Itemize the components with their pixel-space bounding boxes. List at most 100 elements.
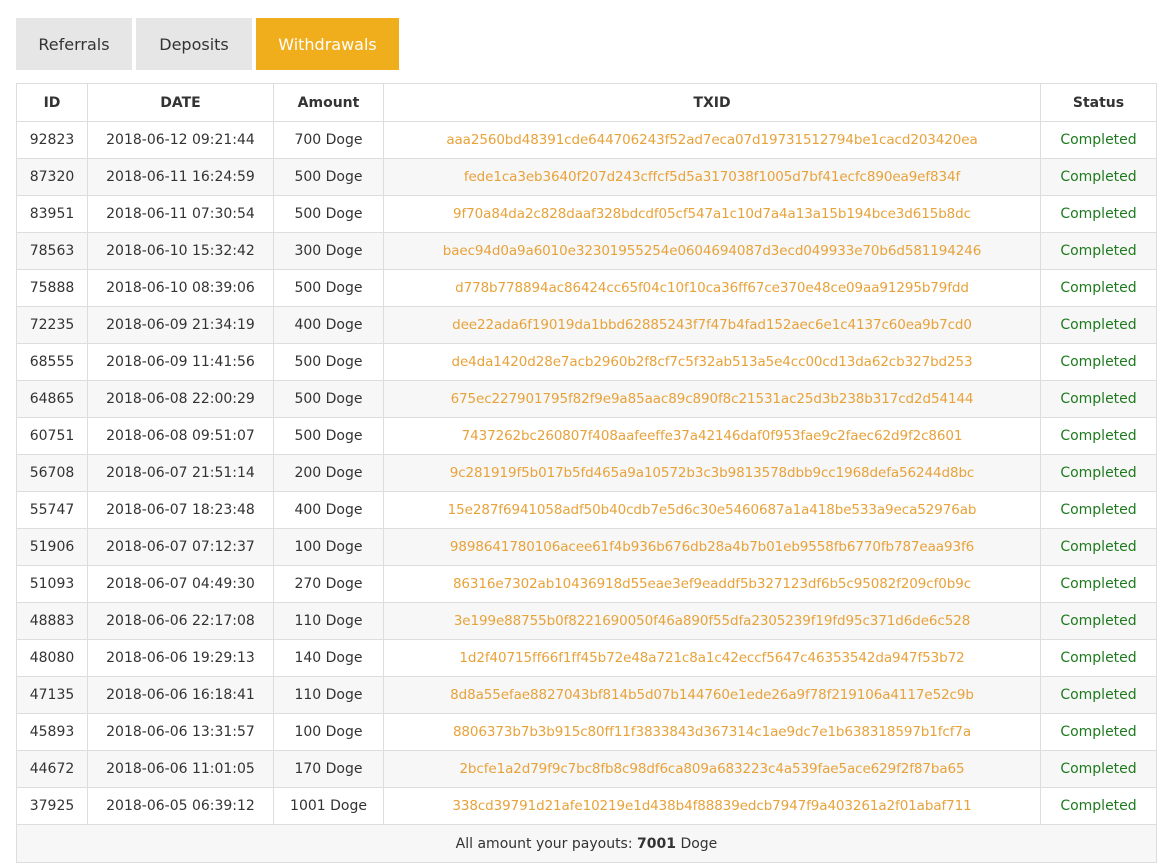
tab-deposits[interactable]: Deposits: [136, 18, 252, 70]
cell-date: 2018-06-10 15:32:42: [87, 232, 274, 270]
cell-amount: 110 Doge: [273, 602, 384, 640]
table-row: 47135 2018-06-06 16:18:41 110 Doge 8d8a55ef…: [16, 676, 1157, 714]
txid-link[interactable]: 9c281919f5b017b5fd465a9a10572b3c3b981357…: [383, 454, 1041, 492]
status-text: Completed: [1040, 269, 1157, 307]
txid-link[interactable]: 8d8a55efae8827043bf814b5d07b144760e1ede2…: [383, 676, 1041, 714]
txid-link[interactable]: 2bcfe1a2d79f9c7bc8fb8c98df6ca809a683223c…: [383, 750, 1041, 788]
txid-link[interactable]: 15e287f6941058adf50b40cdb7e5d6c30e546068…: [383, 491, 1041, 529]
cell-date: 2018-06-12 09:21:44: [87, 121, 274, 159]
table-row: 48883 2018-06-06 22:17:08 110 Doge 3e199e88…: [16, 602, 1157, 640]
cell-id: 37925: [16, 787, 88, 825]
status-text: Completed: [1040, 232, 1157, 270]
txid-link[interactable]: de4da1420d28e7acb2960b2f8cf7c5f32ab513a5…: [383, 343, 1041, 381]
cell-amount: 110 Doge: [273, 676, 384, 714]
status-text: Completed: [1040, 713, 1157, 751]
table-row: 64865 2018-06-08 22:00:29 500 Doge 675ec227…: [16, 380, 1157, 418]
cell-id: 87320: [16, 158, 88, 196]
table-row: 72235 2018-06-09 21:34:19 400 Doge dee22ada…: [16, 306, 1157, 344]
table-row: 75888 2018-06-10 08:39:06 500 Doge d778b778…: [16, 269, 1157, 307]
cell-amount: 700 Doge: [273, 121, 384, 159]
status-text: Completed: [1040, 639, 1157, 677]
cell-date: 2018-06-08 09:51:07: [87, 417, 274, 455]
cell-amount: 270 Doge: [273, 565, 384, 603]
tab-referrals[interactable]: Referrals: [16, 18, 132, 70]
status-text: Completed: [1040, 417, 1157, 455]
cell-date: 2018-06-09 11:41:56: [87, 343, 274, 381]
table-row: 68555 2018-06-09 11:41:56 500 Doge de4da142…: [16, 343, 1157, 381]
cell-date: 2018-06-06 13:31:57: [87, 713, 274, 751]
status-text: Completed: [1040, 750, 1157, 788]
table-row: 87320 2018-06-11 16:24:59 500 Doge fede1ca3…: [16, 158, 1157, 196]
cell-amount: 400 Doge: [273, 491, 384, 529]
txid-link[interactable]: dee22ada6f19019da1bbd62885243f7f47b4fad1…: [383, 306, 1041, 344]
cell-date: 2018-06-08 22:00:29: [87, 380, 274, 418]
txid-link[interactable]: 338cd39791d21afe10219e1d438b4f88839edcb7…: [383, 787, 1041, 825]
txid-link[interactable]: 7437262bc260807f408aafeeffe37a42146daf0f…: [383, 417, 1041, 455]
cell-id: 48883: [16, 602, 88, 640]
table-row: 55747 2018-06-07 18:23:48 400 Doge 15e287f6…: [16, 491, 1157, 529]
table-row: 44672 2018-06-06 11:01:05 170 Doge 2bcfe1a2…: [16, 750, 1157, 788]
status-text: Completed: [1040, 602, 1157, 640]
table-row: 37925 2018-06-05 06:39:12 1001 Doge 338cd39…: [16, 787, 1157, 825]
withdrawals-table: ID DATE Amount TXID Status 92823 2018-06-…: [16, 83, 1157, 863]
status-text: Completed: [1040, 158, 1157, 196]
cell-id: 75888: [16, 269, 88, 307]
txid-link[interactable]: d778b778894ac86424cc65f04c10f10ca36ff67c…: [383, 269, 1041, 307]
column-header-date: DATE: [87, 83, 274, 122]
txid-link[interactable]: aaa2560bd48391cde644706243f52ad7eca07d19…: [383, 121, 1041, 159]
cell-amount: 400 Doge: [273, 306, 384, 344]
cell-id: 48080: [16, 639, 88, 677]
cell-id: 55747: [16, 491, 88, 529]
status-text: Completed: [1040, 380, 1157, 418]
cell-amount: 500 Doge: [273, 417, 384, 455]
txid-link[interactable]: 9f70a84da2c828daaf328bdcdf05cf547a1c10d7…: [383, 195, 1041, 233]
txid-link[interactable]: 9898641780106acee61f4b936b676db28a4b7b01…: [383, 528, 1041, 566]
cell-amount: 140 Doge: [273, 639, 384, 677]
cell-id: 47135: [16, 676, 88, 714]
table-row: 56708 2018-06-07 21:51:14 200 Doge 9c281919…: [16, 454, 1157, 492]
cell-id: 92823: [16, 121, 88, 159]
cell-date: 2018-06-10 08:39:06: [87, 269, 274, 307]
cell-date: 2018-06-11 16:24:59: [87, 158, 274, 196]
cell-date: 2018-06-07 04:49:30: [87, 565, 274, 603]
cell-amount: 500 Doge: [273, 158, 384, 196]
txid-link[interactable]: 8806373b7b3b915c80ff11f3833843d367314c1a…: [383, 713, 1041, 751]
cell-amount: 500 Doge: [273, 343, 384, 381]
txid-link[interactable]: 1d2f40715ff66f1ff45b72e48a721c8a1c42eccf…: [383, 639, 1041, 677]
cell-id: 83951: [16, 195, 88, 233]
table-row: 92823 2018-06-12 09:21:44 700 Doge aaa2560b…: [16, 121, 1157, 159]
tab-bar: Referrals Deposits Withdrawals: [16, 18, 399, 70]
status-text: Completed: [1040, 676, 1157, 714]
cell-date: 2018-06-06 11:01:05: [87, 750, 274, 788]
tab-withdrawals[interactable]: Withdrawals: [256, 18, 399, 70]
payout-total-unit: Doge: [680, 835, 718, 852]
txid-link[interactable]: fede1ca3eb3640f207d243cffcf5d5a317038f10…: [383, 158, 1041, 196]
table-row: 83951 2018-06-11 07:30:54 500 Doge 9f70a84d…: [16, 195, 1157, 233]
cell-date: 2018-06-09 21:34:19: [87, 306, 274, 344]
txid-link[interactable]: baec94d0a9a6010e32301955254e0604694087d3…: [383, 232, 1041, 270]
table-row: 45893 2018-06-06 13:31:57 100 Doge 8806373b…: [16, 713, 1157, 751]
cell-id: 68555: [16, 343, 88, 381]
txid-link[interactable]: 3e199e88755b0f8221690050f46a890f55dfa230…: [383, 602, 1041, 640]
cell-date: 2018-06-06 16:18:41: [87, 676, 274, 714]
status-text: Completed: [1040, 343, 1157, 381]
cell-date: 2018-06-06 22:17:08: [87, 602, 274, 640]
cell-id: 64865: [16, 380, 88, 418]
status-text: Completed: [1040, 121, 1157, 159]
cell-date: 2018-06-07 18:23:48: [87, 491, 274, 529]
txid-link[interactable]: 675ec227901795f82f9e9a85aac89c890f8c2153…: [383, 380, 1041, 418]
status-text: Completed: [1040, 306, 1157, 344]
table-row: 78563 2018-06-10 15:32:42 300 Doge baec94d0…: [16, 232, 1157, 270]
status-text: Completed: [1040, 528, 1157, 566]
status-text: Completed: [1040, 454, 1157, 492]
cell-id: 72235: [16, 306, 88, 344]
column-header-id: ID: [16, 83, 88, 122]
cell-amount: 100 Doge: [273, 713, 384, 751]
cell-date: 2018-06-06 19:29:13: [87, 639, 274, 677]
txid-link[interactable]: 86316e7302ab10436918d55eae3ef9eaddf5b327…: [383, 565, 1041, 603]
status-text: Completed: [1040, 565, 1157, 603]
cell-date: 2018-06-11 07:30:54: [87, 195, 274, 233]
table-body: 92823 2018-06-12 09:21:44 700 Doge aaa2560b…: [16, 121, 1157, 825]
cell-date: 2018-06-07 07:12:37: [87, 528, 274, 566]
cell-id: 60751: [16, 417, 88, 455]
